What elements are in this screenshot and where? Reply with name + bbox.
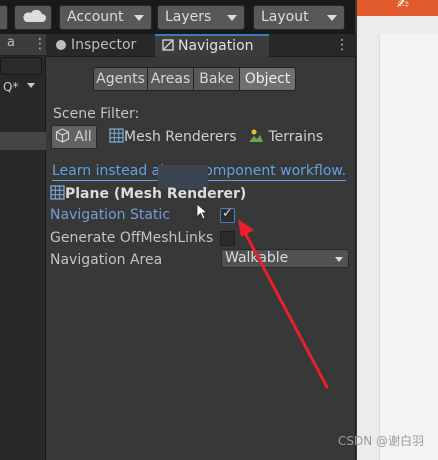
layers-label: Layers	[165, 9, 212, 25]
account-dropdown[interactable]: Account	[59, 5, 152, 30]
scene-filter-label: Scene Filter:	[53, 106, 140, 122]
tab-navigation[interactable]: Navigation	[155, 34, 269, 57]
info-icon	[56, 40, 66, 50]
filter-mesh-renderers-button[interactable]: Mesh Renderers	[109, 125, 237, 149]
top-toolbar: Account Layers Layout	[0, 0, 355, 34]
filter-terrains-button[interactable]: Terrains	[248, 125, 323, 149]
layers-dropdown[interactable]: Layers	[157, 5, 245, 30]
object-name: Plane (Mesh Renderer)	[65, 186, 247, 202]
tab-inspector-label: Inspector	[71, 37, 137, 53]
tab-navigation-label: Navigation	[178, 38, 254, 54]
hierarchy-panel: a ⋮ Q*	[0, 34, 47, 460]
search-filter-icon[interactable]: Q*	[3, 80, 18, 94]
mouse-cursor-icon	[196, 203, 208, 220]
bake-button[interactable]: Bake	[193, 67, 240, 91]
hierarchy-row-selected[interactable]	[0, 132, 46, 150]
generate-offmeshlinks-label: Generate OffMeshLinks	[50, 230, 214, 246]
filter-all-button[interactable]: All	[51, 125, 97, 149]
document-canvas	[379, 34, 438, 460]
chevron-down-icon	[227, 15, 237, 21]
window-tab-bar: Inspector Navigation ⋮	[46, 34, 356, 57]
navigation-icon	[162, 39, 174, 51]
cube-icon	[55, 128, 70, 143]
terrain-icon	[249, 129, 263, 142]
background-app-window: ✍ CSDN @谢白羽	[338, 0, 438, 460]
chevron-down-icon[interactable]	[27, 83, 35, 88]
mesh-grid-icon	[109, 128, 124, 143]
mesh-grid-icon	[50, 185, 65, 200]
chevron-down-icon	[134, 15, 144, 21]
edit-icon[interactable]: ✍	[397, 0, 409, 12]
annotation-arrow-icon	[238, 219, 329, 389]
watermark-text: CSDN @谢白羽	[337, 434, 424, 448]
kebab-menu-icon[interactable]: ⋮	[335, 37, 349, 53]
layout-label: Layout	[261, 9, 309, 25]
agents-button[interactable]: Agents	[93, 67, 148, 91]
cloud-button[interactable]	[14, 5, 52, 30]
layout-dropdown[interactable]: Layout	[253, 5, 345, 30]
kebab-menu-icon[interactable]: ⋮	[33, 36, 47, 52]
object-button[interactable]: Object	[239, 67, 296, 91]
tab-inspector[interactable]: Inspector	[56, 34, 154, 57]
account-label: Account	[67, 9, 124, 25]
object-heading: Plane (Mesh Renderer)	[50, 185, 246, 202]
filter-all-label: All	[74, 129, 92, 145]
navigation-static-label: Navigation Static	[50, 207, 170, 223]
hierarchy-search-input[interactable]	[0, 57, 42, 75]
lock-icon[interactable]: a	[7, 35, 15, 50]
cloud-icon	[23, 9, 46, 22]
filter-terrains-label: Terrains	[268, 129, 324, 145]
navigation-area-label: Navigation Area	[50, 252, 163, 268]
play-mode-button[interactable]	[0, 5, 8, 30]
chevron-down-icon	[327, 15, 337, 21]
filter-mesh-renderers-label: Mesh Renderers	[124, 129, 237, 145]
app-header-bar: ✍	[357, 0, 438, 16]
hierarchy-tab[interactable]: a ⋮	[0, 34, 47, 56]
areas-button[interactable]: Areas	[147, 67, 194, 91]
